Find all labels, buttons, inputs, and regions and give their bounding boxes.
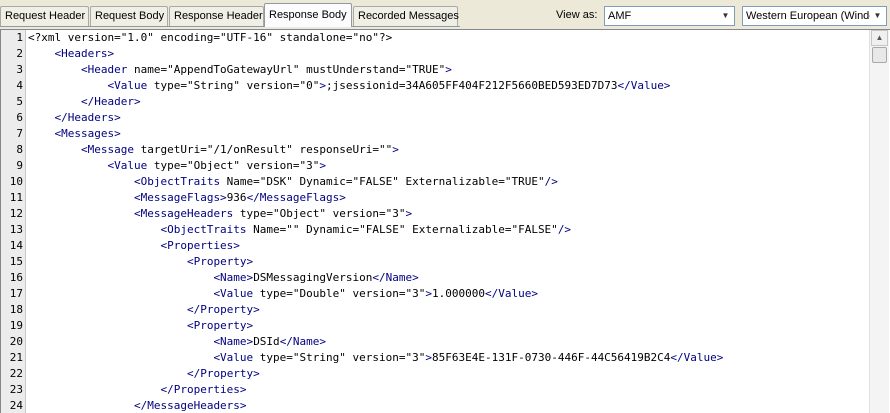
view-as-format-select[interactable]: AMF ▼ <box>604 6 735 26</box>
line-number: 23 <box>9 383 23 396</box>
code-line[interactable]: <Name>DSId</Name> <box>28 335 326 348</box>
tab-request-header[interactable]: Request Header <box>0 6 89 26</box>
line-number: 9 <box>16 159 23 172</box>
line-number: 7 <box>16 127 23 140</box>
code-line[interactable]: </Properties> <box>28 383 246 396</box>
code-line[interactable]: <Messages> <box>28 127 121 140</box>
code-line[interactable]: </Property> <box>28 303 260 316</box>
code-line[interactable]: <ObjectTraits Name="DSK" Dynamic="FALSE"… <box>28 175 558 188</box>
view-as-format-value: AMF <box>608 10 632 22</box>
line-number: 22 <box>9 367 23 380</box>
line-number: 16 <box>9 271 23 284</box>
line-number: 3 <box>16 63 23 76</box>
line-number: 12 <box>9 207 23 220</box>
line-number: 4 <box>16 79 23 92</box>
tab-recorded-messages[interactable]: Recorded Messages <box>353 6 459 26</box>
code-line[interactable]: <Property> <box>28 319 253 332</box>
xml-editor[interactable]: 1 <?xml version="1.0" encoding="UTF-16" s… <box>0 29 890 413</box>
code-line[interactable]: <Value type="String" version="0">;jsessi… <box>28 79 670 92</box>
vertical-scrollbar[interactable]: ▲ <box>869 30 889 413</box>
code-line[interactable]: </Property> <box>28 367 260 380</box>
code-line[interactable]: </Headers> <box>28 111 121 124</box>
scroll-up-icon[interactable]: ▲ <box>871 30 888 46</box>
encoding-select[interactable]: Western European (Windo ▼ <box>742 6 887 26</box>
toolbar: Request Header Request Body Response Hea… <box>0 0 890 29</box>
line-number: 8 <box>16 143 23 156</box>
line-number: 1 <box>16 31 23 44</box>
code-line[interactable]: <Headers> <box>28 47 115 60</box>
code-line[interactable]: <Value type="String" version="3">85F63E4… <box>28 351 723 364</box>
code-line[interactable]: <MessageHeaders type="Object" version="3… <box>28 207 412 220</box>
line-number: 2 <box>16 47 23 60</box>
tab-strip-border <box>0 26 460 27</box>
chevron-down-icon[interactable]: ▼ <box>719 9 732 23</box>
line-number: 17 <box>9 287 23 300</box>
code-line[interactable]: <Header name="AppendToGatewayUrl" mustUn… <box>28 63 452 76</box>
code-line[interactable]: <Name>DSMessagingVersion</Name> <box>28 271 418 284</box>
code-line[interactable]: <Property> <box>28 255 253 268</box>
code-line[interactable]: <?xml version="1.0" encoding="UTF-16" st… <box>28 31 392 44</box>
line-number: 19 <box>9 319 23 332</box>
line-number: 15 <box>9 255 23 268</box>
code-line[interactable]: <Value type="Object" version="3"> <box>28 159 326 172</box>
tab-response-body[interactable]: Response Body <box>264 3 352 27</box>
line-number: 6 <box>16 111 23 124</box>
line-number: 5 <box>16 95 23 108</box>
code-line[interactable]: <MessageFlags>936</MessageFlags> <box>28 191 346 204</box>
line-number: 20 <box>9 335 23 348</box>
code-line[interactable]: </MessageHeaders> <box>28 399 247 412</box>
chevron-down-icon[interactable]: ▼ <box>871 9 884 23</box>
tab-response-header[interactable]: Response Header <box>169 6 264 26</box>
encoding-value: Western European (Windo <box>746 10 870 22</box>
code-line[interactable]: <ObjectTraits Name="" Dynamic="FALSE" Ex… <box>28 223 571 236</box>
view-as-label: View as: <box>556 9 598 21</box>
code-line[interactable]: <Properties> <box>28 239 239 252</box>
code-line[interactable]: </Header> <box>28 95 141 108</box>
code-line[interactable]: <Value type="Double" version="3">1.00000… <box>28 287 538 300</box>
code-line[interactable]: <Message targetUri="/1/onResult" respons… <box>28 143 399 156</box>
line-number: 14 <box>9 239 23 252</box>
line-number: 21 <box>9 351 23 364</box>
line-number: 13 <box>9 223 23 236</box>
line-number: 24 <box>9 399 23 412</box>
tab-request-body[interactable]: Request Body <box>90 6 168 26</box>
line-number: 11 <box>9 191 23 204</box>
scrollbar-thumb[interactable] <box>872 47 887 63</box>
line-number: 10 <box>9 175 23 188</box>
line-number: 18 <box>9 303 23 316</box>
